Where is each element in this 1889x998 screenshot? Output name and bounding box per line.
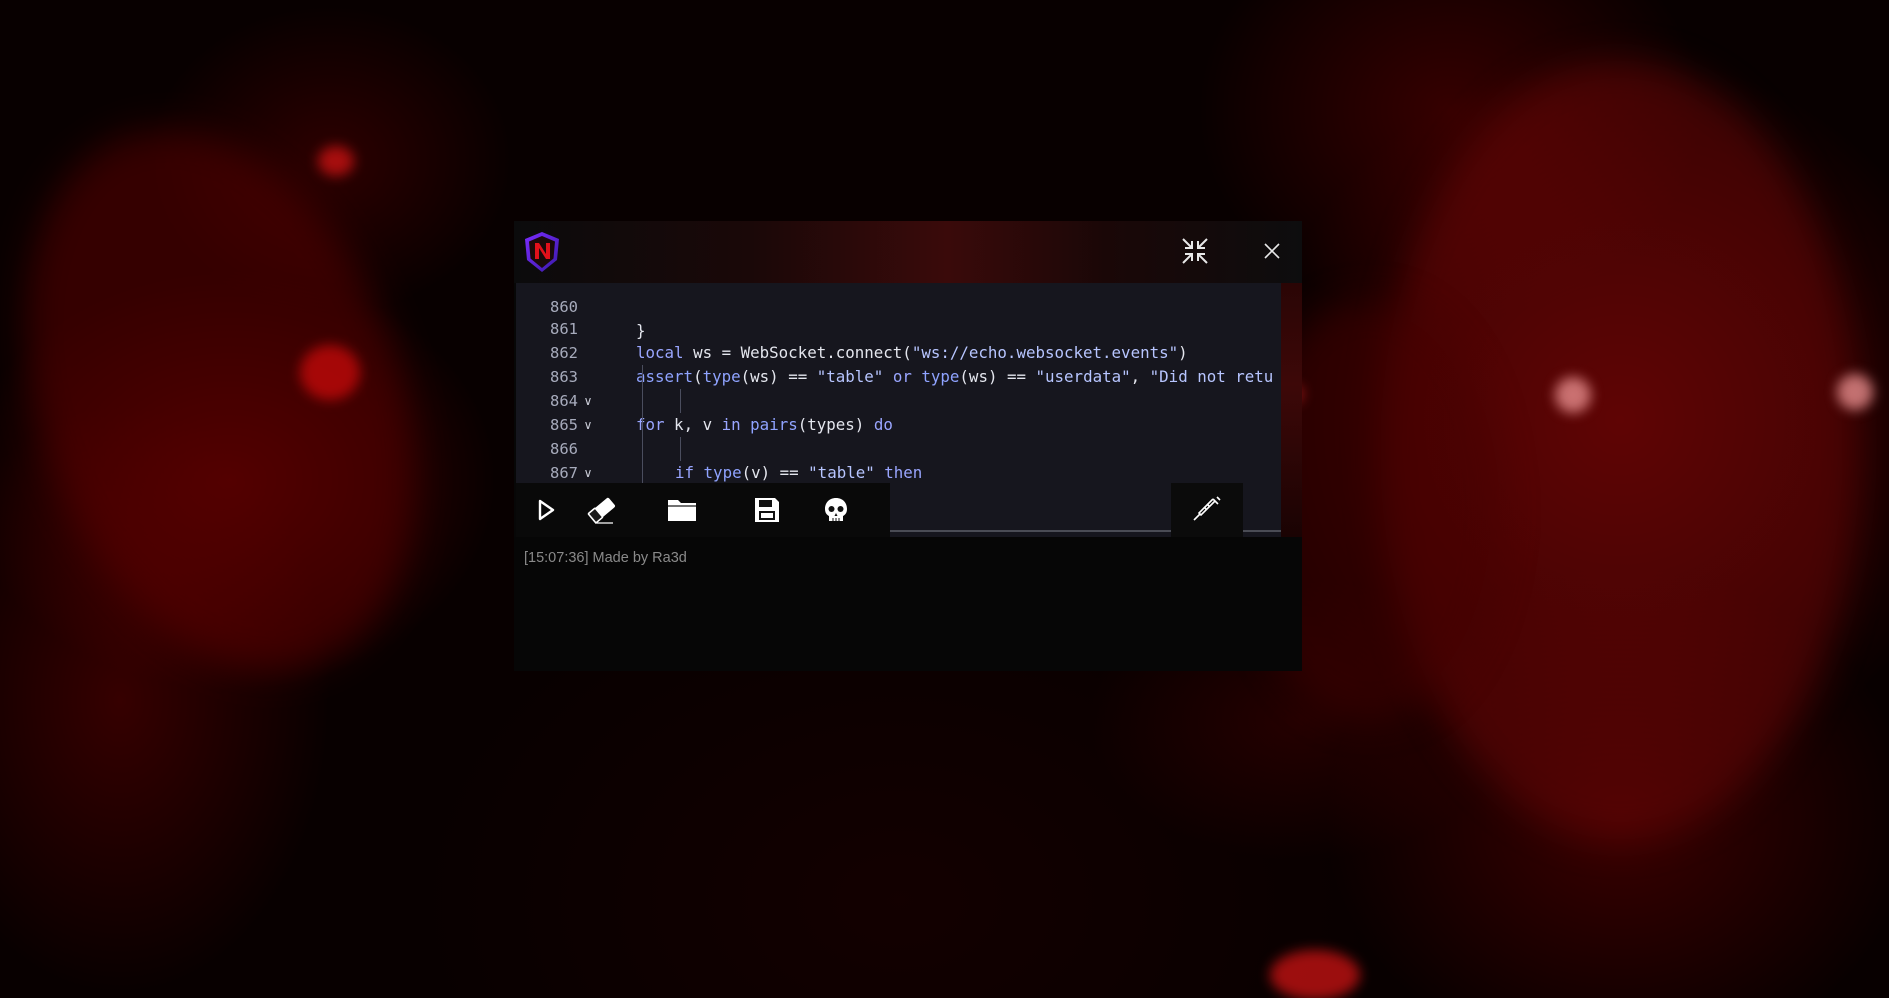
inject-panel [1171,483,1243,537]
close-icon[interactable] [1260,239,1284,263]
code-line: 866 ∨ else [516,413,1281,480]
executor-window: 860 } 861 local ws = WebSocket.connect("… [514,221,1302,671]
code-line: 862 assert(type(ws) == "table" or type(w… [516,317,1281,386]
indent-guide [642,461,643,483]
code-area[interactable]: 860 } 861 local ws = WebSocket.connect("… [516,283,1281,483]
syringe-icon[interactable] [1190,493,1224,527]
title-bar[interactable] [514,221,1302,283]
indent-guide [642,365,643,389]
indent-guide [642,437,643,461]
folder-icon[interactable] [665,493,699,527]
code-line: 868 end [516,461,1281,483]
side-decoration [1281,283,1302,537]
code-line: 861 local ws = WebSocket.connect("ws://e… [516,293,1281,362]
indent-guide [680,389,681,413]
horizontal-scrollbar[interactable] [890,530,1171,532]
skull-icon[interactable] [819,493,853,527]
action-toolbar [516,483,890,537]
play-icon[interactable] [529,493,563,527]
code-line: 867 assert(type(ws[k]) == v, "Did not re… [516,437,1281,482]
output-console: [15:07:36] Made by Ra3d [514,537,1302,671]
arrows-in-icon[interactable] [1180,236,1210,266]
app-logo [522,230,562,274]
indent-guide [680,437,681,461]
floppy-disk-icon[interactable] [750,493,784,527]
code-editor[interactable]: 860 } 861 local ws = WebSocket.connect("… [516,283,1281,537]
indent-guide [642,413,643,437]
eraser-icon[interactable] [585,493,619,527]
indent-guide [642,389,643,413]
code-line: 864 ∨ if type(v) == "table" then [516,365,1281,482]
console-text: Made by Ra3d [592,550,687,566]
console-timestamp: [15:07:36] [524,550,589,566]
scrollbar-track [1243,530,1281,532]
code-line: 863 ∨ for k, v in pairs(types) do [516,341,1281,434]
console-message: [15:07:36] Made by Ra3d [524,550,687,566]
code-line: 865 assert(table.find(v, type(ws[k])), "… [516,389,1281,434]
